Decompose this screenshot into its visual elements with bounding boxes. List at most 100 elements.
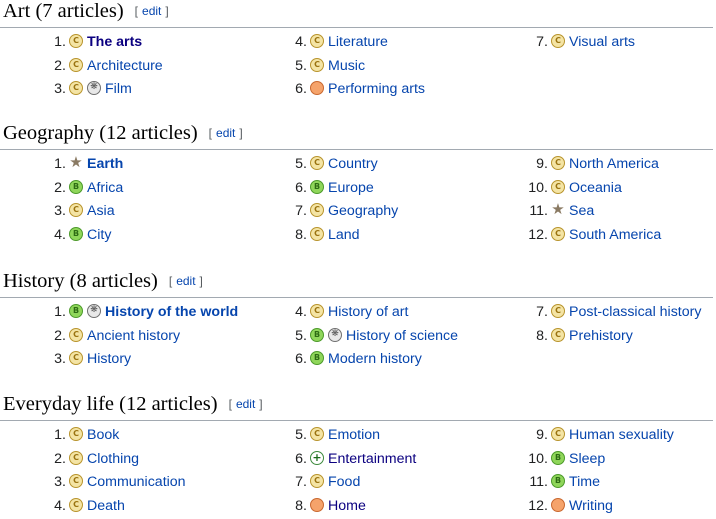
item-number: 4. <box>54 226 66 243</box>
list-item: 4. C Death <box>48 496 125 516</box>
list-item: 8. C Prehistory <box>530 326 633 346</box>
article-link[interactable]: Death <box>87 498 125 514</box>
article-link[interactable]: Book <box>87 427 119 443</box>
article-link[interactable]: History of the world <box>105 304 238 320</box>
b-class-icon: B <box>69 304 83 319</box>
section-title: Everyday life (12 articles) <box>3 393 218 415</box>
article-link[interactable]: Home <box>328 498 366 514</box>
heading-divider <box>0 297 713 298</box>
c-class-icon: C <box>551 156 565 171</box>
article-link[interactable]: Post-classical history <box>569 304 701 320</box>
c-class-icon: C <box>69 57 83 72</box>
b-class-icon: B <box>310 327 324 342</box>
portal-icon: ❋ <box>87 81 101 96</box>
article-link[interactable]: Asia <box>87 203 115 219</box>
article-link[interactable]: Land <box>328 227 360 243</box>
item-number: 3. <box>54 474 66 491</box>
c-class-icon: C <box>310 156 324 171</box>
c-class-icon: C <box>551 179 565 194</box>
article-link[interactable]: North America <box>569 156 659 172</box>
item-number: 2. <box>54 450 66 467</box>
article-link[interactable]: Literature <box>328 34 388 50</box>
article-link[interactable]: Architecture <box>87 58 163 74</box>
article-link[interactable]: Oceania <box>569 180 622 196</box>
article-link[interactable]: Human sexuality <box>569 427 674 443</box>
article-link[interactable]: Ancient history <box>87 328 180 344</box>
heading-divider <box>0 149 713 150</box>
item-number: 3. <box>54 203 66 220</box>
c-class-icon: C <box>69 327 83 342</box>
c-class-icon: C <box>310 203 324 218</box>
b-class-icon: B <box>551 474 565 489</box>
article-link[interactable]: History of science <box>346 328 458 344</box>
list-class-icon: + <box>310 450 324 465</box>
article-link[interactable]: Performing arts <box>328 81 425 97</box>
item-number: 12. <box>528 226 548 243</box>
article-link[interactable]: Modern history <box>328 351 422 367</box>
article-link[interactable]: Writing <box>569 498 613 514</box>
portal-icon: ❋ <box>87 304 101 319</box>
article-link[interactable]: City <box>87 227 111 243</box>
article-link[interactable]: Geography <box>328 203 398 219</box>
list-item: 3. C History <box>48 349 131 369</box>
article-link[interactable]: Music <box>328 58 365 74</box>
c-class-icon: C <box>310 474 324 489</box>
list-item: 5. C Music <box>289 56 365 76</box>
list-item: 7. C Geography <box>289 201 398 221</box>
c-class-icon: C <box>551 304 565 319</box>
c-class-icon: C <box>69 34 83 49</box>
list-item: 6. Performing arts <box>289 79 425 99</box>
article-link[interactable]: Clothing <box>87 451 139 467</box>
edit-link[interactable]: edit <box>138 4 165 18</box>
edit-link[interactable]: edit <box>212 126 239 140</box>
list-item: 3. C Communication <box>48 472 186 492</box>
list-item: 4. C History of art <box>289 302 408 322</box>
section-heading: History (8 articles) [edit] <box>3 270 203 296</box>
item-number: 8. <box>536 327 548 344</box>
item-number: 5. <box>295 427 307 443</box>
item-number: 6. <box>295 179 307 196</box>
list-item: 1. C Book <box>48 425 119 445</box>
heading-divider <box>0 420 713 421</box>
featured-star-icon: ★ <box>551 200 565 219</box>
c-class-icon: C <box>69 351 83 366</box>
list-item: 11. ★ Sea <box>529 200 594 221</box>
article-link[interactable]: Earth <box>87 156 123 172</box>
article-link[interactable]: Sea <box>569 203 594 219</box>
b-class-icon: B <box>310 179 324 194</box>
article-link[interactable]: Communication <box>87 474 186 490</box>
section-title: History (8 articles) <box>3 270 158 292</box>
article-link[interactable]: Time <box>569 474 600 490</box>
article-link[interactable]: Entertainment <box>328 451 416 467</box>
featured-star-icon: ★ <box>69 153 83 172</box>
article-link[interactable]: Emotion <box>328 427 380 443</box>
article-link[interactable]: South America <box>569 227 661 243</box>
article-link[interactable]: Africa <box>87 180 123 196</box>
article-link[interactable]: Country <box>328 156 378 172</box>
c-class-icon: C <box>551 34 565 49</box>
edit-section: [edit] <box>134 4 169 18</box>
edit-link[interactable]: edit <box>172 274 199 288</box>
article-link[interactable]: Prehistory <box>569 328 633 344</box>
article-link[interactable]: History of art <box>328 304 408 320</box>
article-link[interactable]: History <box>87 351 131 367</box>
edit-link[interactable]: edit <box>232 397 259 411</box>
article-link[interactable]: Sleep <box>569 451 605 467</box>
edit-section: [edit] <box>168 274 203 288</box>
item-number: 4. <box>54 497 66 514</box>
item-number: 5. <box>295 57 307 74</box>
article-link[interactable]: The arts <box>87 34 142 50</box>
b-class-icon: B <box>551 450 565 465</box>
c-class-icon: C <box>551 427 565 442</box>
article-link[interactable]: Europe <box>328 180 374 196</box>
list-item: 2. C Architecture <box>48 56 163 76</box>
article-link[interactable]: Film <box>105 81 132 97</box>
article-link[interactable]: Food <box>328 474 360 490</box>
item-number: 11. <box>529 203 548 220</box>
edit-section: [edit] <box>228 397 263 411</box>
section-heading: Geography (12 articles) [edit] <box>3 122 243 148</box>
article-link[interactable]: Visual arts <box>569 34 635 50</box>
item-number: 4. <box>295 34 307 50</box>
list-item: 9. C North America <box>530 154 659 174</box>
list-item: 5. C Emotion <box>289 425 380 445</box>
